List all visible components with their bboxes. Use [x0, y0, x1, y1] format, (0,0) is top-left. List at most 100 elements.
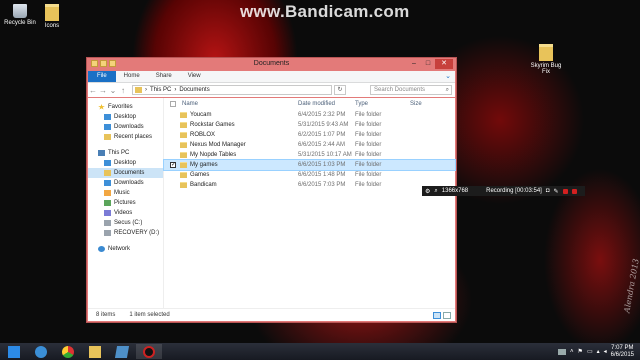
start-button[interactable]: [1, 344, 27, 359]
table-row-selected[interactable]: ✓ My games 6/6/2015 1:03 PM File folder: [163, 159, 456, 171]
column-header-name[interactable]: Name: [182, 101, 298, 107]
desktop-icon-skyrim-bug-fix[interactable]: Skyrim Bug Fix: [526, 44, 566, 75]
record-stop-icon[interactable]: [562, 188, 568, 194]
breadcrumb-documents[interactable]: Documents: [179, 87, 209, 93]
table-row[interactable]: Nexus Mod Manager 6/6/2015 2:44 AM File fo…: [164, 140, 455, 150]
taskbar-file-explorer[interactable]: [82, 344, 108, 359]
table-row[interactable]: Bandicam 6/6/2015 7:03 PM File folder: [164, 180, 455, 190]
taskbar-app[interactable]: [109, 344, 135, 359]
address-bar[interactable]: › This PC › Documents: [132, 85, 332, 95]
row-checkbox[interactable]: [170, 132, 176, 138]
nav-drive-c[interactable]: Secus (C:): [88, 218, 163, 228]
taskbar-internet-explorer[interactable]: [28, 344, 54, 359]
clock-date: 6/6/2015: [610, 351, 634, 358]
network-icon[interactable]: ▴: [597, 348, 600, 355]
chevron-down-icon[interactable]: ⌄: [441, 71, 455, 82]
search-icon[interactable]: ⌕: [434, 188, 437, 195]
bandicam-icon: [143, 345, 155, 358]
refresh-icon[interactable]: ↻: [334, 85, 346, 95]
minimize-button[interactable]: –: [407, 59, 421, 69]
file-list: Name Date modified Type Size Youcam 6/4/2…: [163, 98, 456, 309]
search-input[interactable]: Search Documents ⌕: [370, 85, 452, 95]
title-bar[interactable]: Documents – □ ✕: [87, 58, 456, 71]
file-type: File folder: [355, 132, 382, 138]
row-checkbox[interactable]: [170, 172, 176, 178]
up-button[interactable]: ↑: [118, 86, 128, 95]
explorer-body: Favorites Desktop Downloads Recent place…: [88, 98, 456, 309]
tab-home[interactable]: Home: [116, 71, 148, 82]
column-header-type[interactable]: Type: [355, 101, 410, 107]
desktop-icon: [104, 160, 111, 166]
breadcrumb-this-pc[interactable]: This PC: [150, 87, 171, 93]
address-row: ← → ⌄ ↑ › This PC › Documents ↻ Search D…: [88, 83, 455, 97]
taskbar-chrome[interactable]: [55, 344, 81, 359]
nav-videos[interactable]: Videos: [88, 208, 163, 218]
app-icon: [114, 345, 130, 358]
table-row[interactable]: Youcam 6/4/2015 2:32 PM File folder: [164, 110, 455, 120]
forward-button[interactable]: →: [98, 86, 108, 95]
nav-network[interactable]: Network: [88, 244, 163, 254]
table-row[interactable]: My Nopde Tables 5/31/2015 10:17 AM File fo…: [164, 150, 455, 160]
chevron-up-icon[interactable]: ˄: [570, 349, 574, 355]
recent-locations-icon[interactable]: ⌄: [108, 86, 118, 95]
tab-view[interactable]: View: [180, 71, 209, 82]
back-button[interactable]: ←: [88, 86, 98, 95]
large-icons-view-icon[interactable]: [443, 311, 451, 319]
nav-documents[interactable]: Documents: [88, 168, 163, 178]
keyboard-icon[interactable]: [558, 348, 567, 355]
table-row[interactable]: ROBLOX 6/2/2015 1:07 PM File folder: [164, 130, 455, 140]
clock-time: 7:07 PM: [611, 344, 634, 351]
folder-icon: [45, 4, 59, 21]
nav-fav-downloads[interactable]: Downloads: [88, 122, 163, 132]
select-all-checkbox[interactable]: [170, 101, 176, 107]
file-name: Games: [190, 172, 210, 178]
file-type: File folder: [355, 162, 382, 168]
computer-icon: [98, 150, 105, 156]
taskbar-bandicam[interactable]: [136, 344, 162, 359]
row-checkbox[interactable]: [170, 122, 176, 128]
row-checkbox-checked[interactable]: ✓: [170, 162, 176, 168]
nav-favorites[interactable]: Favorites: [88, 102, 163, 112]
flag-icon[interactable]: ⚑: [578, 348, 583, 355]
row-checkbox[interactable]: [170, 182, 176, 188]
tab-file[interactable]: File: [88, 71, 116, 82]
nav-downloads[interactable]: Downloads: [88, 178, 163, 188]
nav-pictures[interactable]: Pictures: [88, 198, 163, 208]
desktop-icon-label: Icons: [44, 23, 60, 29]
bandicam-watermark: www.Bandicam.com: [240, 2, 410, 21]
table-row[interactable]: Rockstar Games 5/31/2015 9:43 AM File fold…: [164, 120, 455, 130]
column-header-size[interactable]: Size: [410, 101, 440, 107]
nav-fav-recent-places[interactable]: Recent places: [88, 132, 163, 142]
clock[interactable]: 7:07 PM 6/6/2015: [611, 345, 634, 359]
row-checkbox[interactable]: [170, 152, 176, 158]
tab-share[interactable]: Share: [148, 71, 180, 82]
settings-icon[interactable]: ⚙: [425, 188, 430, 195]
table-row[interactable]: Games 6/6/2015 1:48 PM File folder: [164, 170, 455, 180]
file-name: Rockstar Games: [190, 122, 235, 128]
file-name: ROBLOX: [190, 132, 216, 138]
nav-this-pc[interactable]: This PC: [88, 148, 163, 158]
row-checkbox[interactable]: [170, 112, 176, 118]
nav-drive-d[interactable]: RECOVERY (D:): [88, 228, 163, 238]
nav-desktop[interactable]: Desktop: [88, 158, 163, 168]
file-name: Youcam: [190, 112, 212, 118]
camera-icon[interactable]: ◘: [546, 188, 550, 194]
nav-fav-desktop[interactable]: Desktop: [88, 112, 163, 122]
pencil-icon[interactable]: ✎: [553, 188, 558, 195]
file-list-header: Name Date modified Type Size: [164, 98, 455, 110]
battery-icon[interactable]: ▭: [587, 348, 593, 355]
desktop-icon-icons[interactable]: Icons: [32, 4, 72, 29]
volume-icon[interactable]: ◂: [604, 348, 607, 355]
folder-icon: [180, 152, 187, 158]
desktop-icon: [104, 114, 111, 120]
column-header-date[interactable]: Date modified: [298, 101, 355, 107]
file-type: File folder: [355, 112, 382, 118]
details-view-icon[interactable]: [433, 311, 441, 319]
file-date: 6/2/2015 1:07 PM: [298, 132, 346, 138]
internet-explorer-icon: [35, 345, 47, 358]
nav-music[interactable]: Music: [88, 188, 163, 198]
record-icon[interactable]: [571, 188, 577, 194]
row-checkbox[interactable]: [170, 142, 176, 148]
close-button[interactable]: ✕: [435, 59, 453, 69]
maximize-button[interactable]: □: [421, 59, 435, 69]
